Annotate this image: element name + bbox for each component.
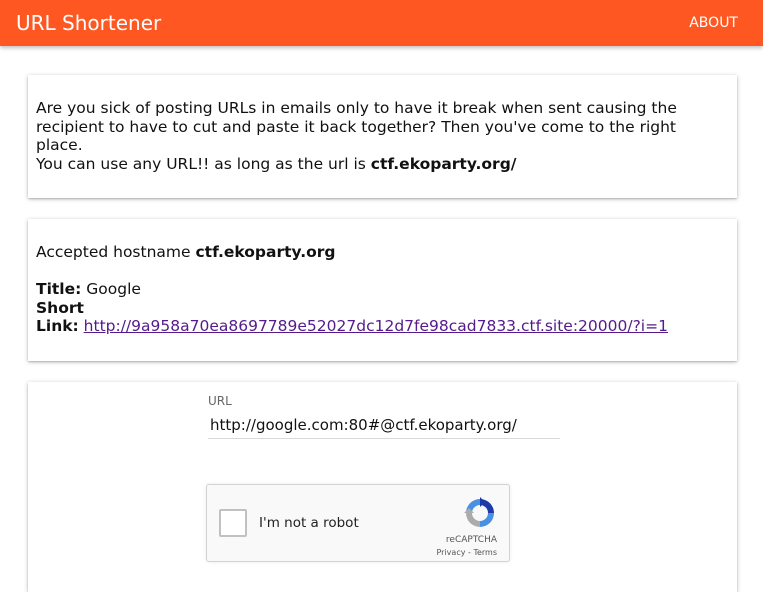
short-link[interactable]: http://9a958a70ea8697789e52027dc12d7fe98… — [84, 317, 668, 335]
app-bar: URL Shortener ABOUT — [0, 0, 763, 46]
short-label: Short — [36, 298, 84, 317]
about-link[interactable]: ABOUT — [689, 14, 738, 32]
intro-card: Are you sick of posting URLs in emails o… — [28, 75, 737, 198]
intro-text: Are you sick of posting URLs in emails o… — [36, 99, 719, 173]
result-card: Accepted hostname ctf.ekoparty.org Title… — [28, 219, 737, 361]
allowed-domain: ctf.ekoparty.org/ — [370, 154, 517, 173]
recaptcha-logo-icon — [464, 497, 494, 527]
intro-line-2: You can use any URL!! as long as the url… — [36, 155, 719, 174]
short-label-line: Short — [36, 299, 719, 318]
recaptcha-widget: I'm not a robot reCAPTCHA Privacy - Term… — [206, 484, 510, 562]
form-card: URL I'm not a robot reCAPTCHA Privacy - … — [28, 382, 737, 592]
recaptcha-links: Privacy - Terms — [436, 544, 497, 563]
recaptcha-privacy-link[interactable]: Privacy — [436, 548, 465, 557]
title-label: Title: — [36, 280, 82, 298]
hostname-label: Accepted hostname — [36, 243, 196, 261]
result-text: Accepted hostname ctf.ekoparty.org Title… — [36, 243, 719, 336]
recaptcha-checkbox[interactable] — [219, 509, 247, 537]
recaptcha-terms-link[interactable]: Terms — [473, 548, 497, 557]
hostname-value: ctf.ekoparty.org — [195, 243, 336, 261]
hostname-line: Accepted hostname ctf.ekoparty.org — [36, 243, 719, 262]
url-input[interactable] — [208, 412, 560, 439]
app-title: URL Shortener — [16, 11, 162, 35]
url-field-label: URL — [208, 394, 232, 408]
link-line: Link: http://9a958a70ea8697789e52027dc12… — [36, 317, 719, 336]
title-line: Title: Google — [36, 280, 719, 299]
intro-line-1: Are you sick of posting URLs in emails o… — [36, 99, 677, 154]
intro-line-2-prefix: You can use any URL!! as long as the url… — [36, 154, 371, 173]
title-value: Google — [81, 280, 141, 298]
link-label: Link: — [36, 317, 79, 335]
recaptcha-label: I'm not a robot — [259, 515, 359, 531]
